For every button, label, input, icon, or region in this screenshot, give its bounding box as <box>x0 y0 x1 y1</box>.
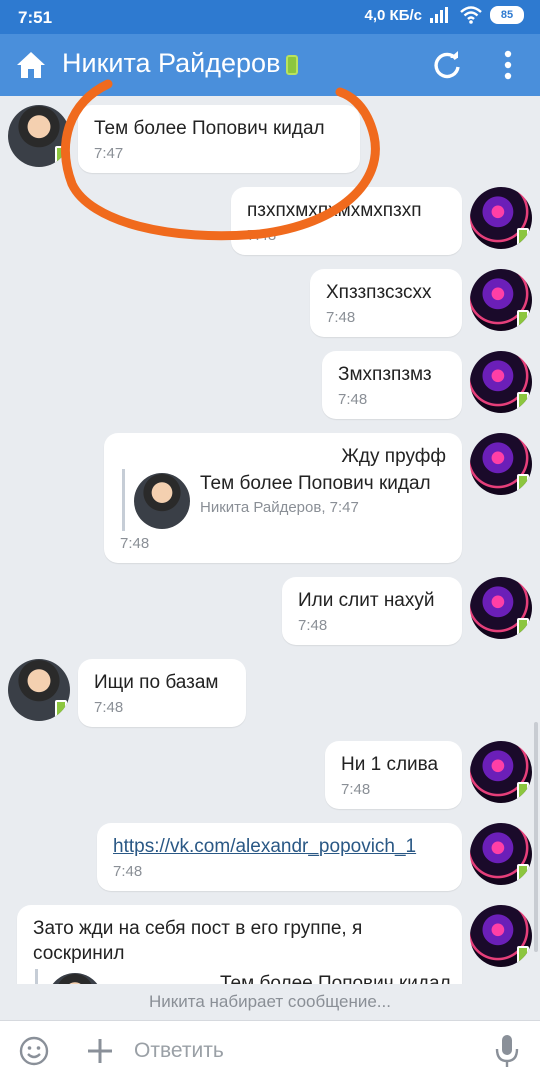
battery-icon: 85 <box>490 6 524 24</box>
message-text: Жду пруфф <box>341 446 446 467</box>
contact-avatar[interactable] <box>8 659 70 721</box>
my-avatar[interactable] <box>470 269 532 331</box>
message-time: 7:48 <box>298 617 328 634</box>
message-time: 7:48 <box>247 227 277 244</box>
message-bubble-outgoing[interactable]: Или слит нахуй 7:48 <box>282 577 462 645</box>
conversation-header: Никита Райдеров <box>0 34 540 96</box>
message-link[interactable]: https://vk.com/alexandr_popovich_1 <box>113 836 416 858</box>
network-speed: 4,0 КБ/с <box>364 6 422 24</box>
mobile-icon <box>517 228 529 246</box>
status-indicators: 4,0 КБ/с 85 <box>365 6 524 24</box>
my-avatar[interactable] <box>470 741 532 803</box>
quote-avatar <box>47 973 103 984</box>
mobile-icon <box>517 864 529 882</box>
more-options-icon[interactable] <box>498 50 518 80</box>
mobile-icon <box>55 146 67 164</box>
quote-text: Тем более Попович кидал <box>200 473 431 494</box>
my-avatar[interactable] <box>470 577 532 639</box>
message-bubble-incoming[interactable]: Ищи по базам 7:48 <box>78 659 246 727</box>
my-avatar[interactable] <box>470 433 532 495</box>
signal-icon <box>430 7 452 23</box>
message-bubble-outgoing[interactable]: Ни 1 слива 7:48 <box>325 741 462 809</box>
my-avatar[interactable] <box>470 823 532 885</box>
typing-indicator: Никита набирает сообщение... <box>0 984 540 1020</box>
mobile-icon <box>55 700 67 718</box>
plus-icon[interactable] <box>84 1035 116 1067</box>
message-bubble-outgoing[interactable]: пзхпхмхпхмхмхпзхп 7:48 <box>231 187 462 255</box>
status-time: 7:51 <box>18 8 53 27</box>
message-text: Ищи по базам <box>94 672 219 693</box>
wifi-icon <box>460 6 482 24</box>
message-bubble-outgoing[interactable]: Зато жди на себя пост в его группе, я со… <box>17 905 462 984</box>
quote-bar <box>35 969 38 984</box>
message-bubble-outgoing[interactable]: Хпззпзсзсхх 7:48 <box>310 269 462 337</box>
message-text: Хпззпзсзсхх <box>326 282 432 303</box>
refresh-icon[interactable] <box>432 50 462 80</box>
message-text-line-2: соскринил <box>33 943 125 964</box>
status-bar: 7:51 4,0 КБ/с 85 <box>0 0 540 34</box>
scrollbar[interactable] <box>534 722 538 952</box>
my-avatar[interactable] <box>470 351 532 413</box>
message-text-line-1: Зато жди на себя пост в его группе, я <box>33 918 363 939</box>
contact-name: Никита Райдеров <box>62 48 281 78</box>
mobile-icon <box>517 946 529 964</box>
message-time: 7:48 <box>338 391 368 408</box>
quote-bar <box>122 469 125 531</box>
mobile-online-icon <box>286 54 299 75</box>
message-bubble-outgoing[interactable]: Змхпзпзмз 7:48 <box>322 351 462 419</box>
message-composer <box>0 1020 540 1080</box>
microphone-icon[interactable] <box>494 1033 520 1069</box>
message-text: пзхпхмхпхмхмхпзхп <box>247 200 422 221</box>
mobile-icon <box>517 618 529 636</box>
message-bubble-incoming[interactable]: Тем более Попович кидал 7:47 <box>78 105 360 173</box>
home-icon[interactable] <box>14 48 48 82</box>
quote-meta: Никита Райдеров, 7:47 <box>200 499 359 516</box>
mobile-icon <box>517 392 529 410</box>
message-list[interactable]: Тем более Попович кидал 7:47 пзхпхмхпхмх… <box>0 96 540 984</box>
mobile-icon <box>517 782 529 800</box>
message-time: 7:47 <box>94 145 124 162</box>
emoji-icon[interactable] <box>18 1035 50 1067</box>
message-time: 7:48 <box>94 699 124 716</box>
message-text: Или слит нахуй <box>298 590 435 611</box>
quote-avatar <box>134 473 190 529</box>
message-bubble-outgoing[interactable]: https://vk.com/alexandr_popovich_1 7:48 <box>97 823 462 891</box>
message-text: Ни 1 слива <box>341 754 439 775</box>
message-time: 7:48 <box>326 309 356 326</box>
contact-avatar[interactable] <box>8 105 70 167</box>
message-time: 7:48 <box>120 535 150 552</box>
my-avatar[interactable] <box>470 187 532 249</box>
mobile-icon <box>517 474 529 492</box>
conversation-title[interactable]: Никита Райдеров <box>62 48 299 79</box>
my-avatar[interactable] <box>470 905 532 967</box>
message-bubble-outgoing[interactable]: Жду пруфф Тем более Попович кидал Никита… <box>104 433 462 563</box>
message-text: Змхпзпзмз <box>338 364 432 385</box>
message-text: Тем более Попович кидал <box>94 118 325 139</box>
message-time: 7:48 <box>341 781 371 798</box>
message-time: 7:48 <box>113 863 143 880</box>
mobile-icon <box>517 310 529 328</box>
reply-input[interactable] <box>134 1033 464 1069</box>
quote-text: Тем более Попович кидал <box>220 973 451 984</box>
